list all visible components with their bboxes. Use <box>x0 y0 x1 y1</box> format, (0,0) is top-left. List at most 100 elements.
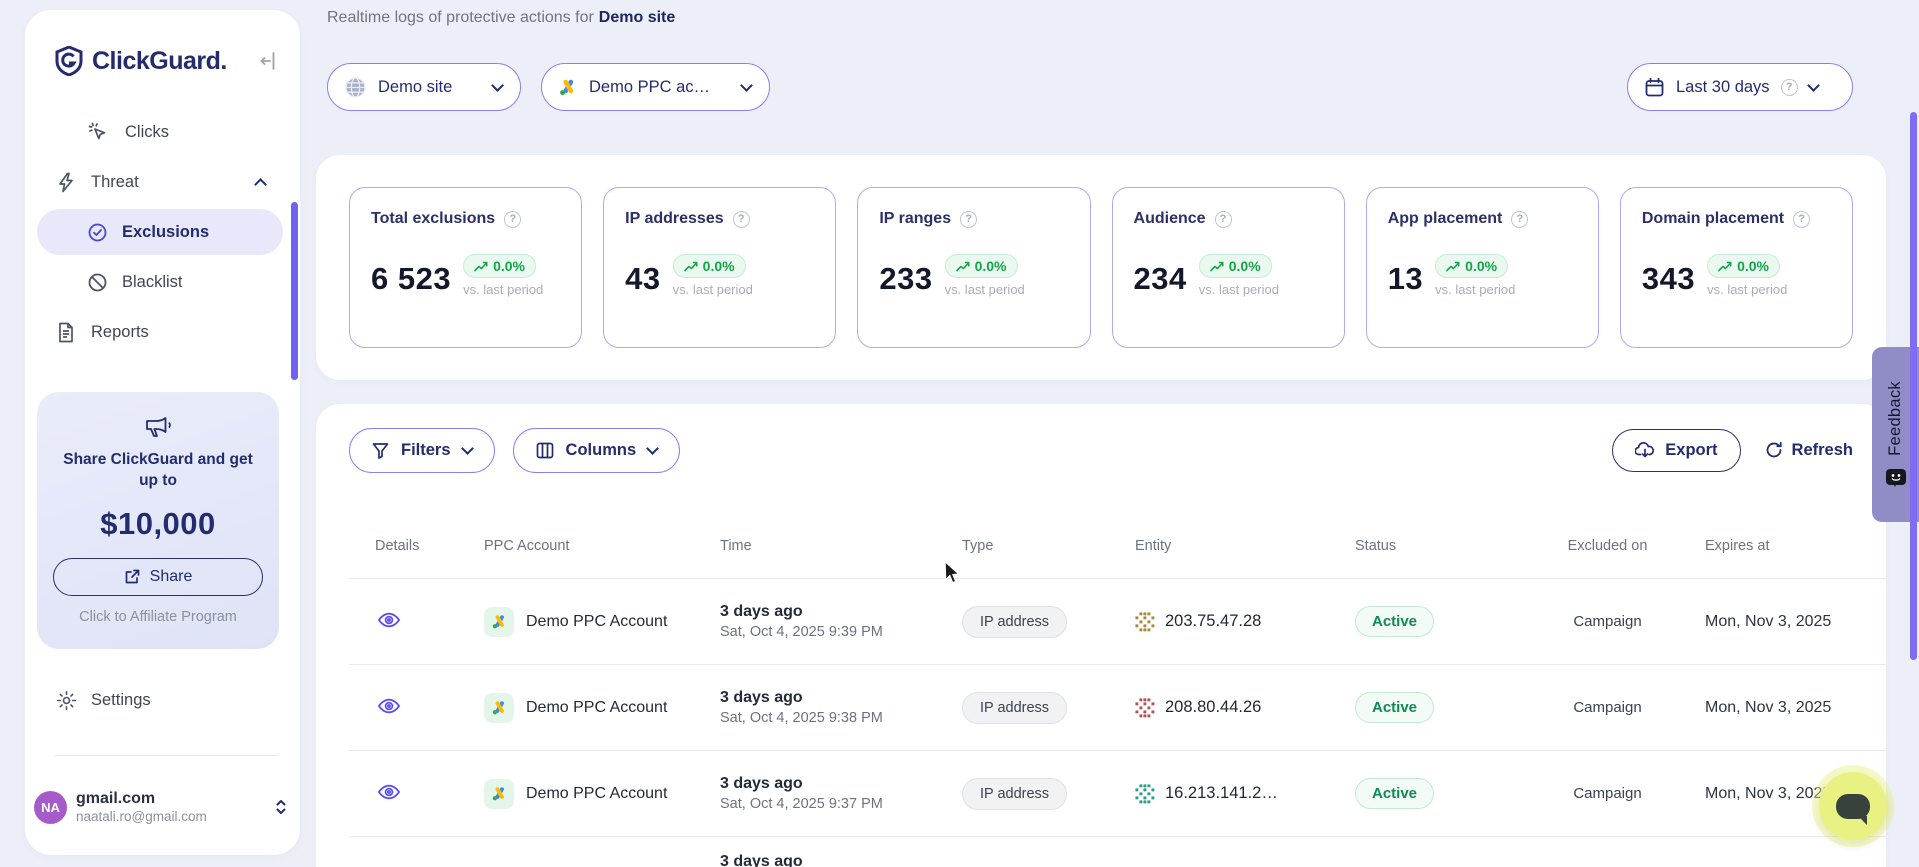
external-link-icon <box>124 568 141 585</box>
row-details-eye-icon[interactable] <box>375 781 403 803</box>
sidebar-scrollbar[interactable] <box>291 202 298 380</box>
stat-card-ip-addresses: IP addresses 43 0.0% vs. last period <box>603 187 836 348</box>
sidebar-item-threat[interactable]: Threat <box>37 159 283 205</box>
row-expires-at: Mon, Nov 3, 2025 <box>1655 613 1886 631</box>
clickguard-logo-icon <box>55 46 83 76</box>
share-button[interactable]: Share <box>53 558 263 596</box>
chevron-down-icon <box>646 442 659 455</box>
subtitle-text: Realtime logs of protective actions for <box>327 9 594 26</box>
help-icon[interactable] <box>733 211 750 228</box>
trending-up-icon <box>956 261 970 272</box>
refresh-button[interactable]: Refresh <box>1765 441 1853 460</box>
row-entity: 16.213.141.2… <box>1135 784 1355 804</box>
affiliate-link[interactable]: Click to Affiliate Program <box>53 609 263 625</box>
row-details-eye-icon[interactable] <box>375 695 403 717</box>
filters-button-label: Filters <box>401 441 451 460</box>
row-type-badge: IP address <box>962 692 1067 724</box>
stat-caption: vs. last period <box>1199 282 1279 297</box>
columns-button[interactable]: Columns <box>513 428 681 473</box>
help-icon[interactable] <box>504 211 521 228</box>
brand: ClickGuard. <box>55 46 280 76</box>
row-time: 3 days ago Sat, Oct 4, 2025 9:37 PM <box>720 775 962 812</box>
sidebar-divider <box>55 755 278 756</box>
delta-badge: 0.0% <box>1435 254 1508 278</box>
date-range-selector[interactable]: Last 30 days <box>1627 63 1853 111</box>
row-entity-value: 208.80.44.26 <box>1165 698 1261 717</box>
table-row: Demo PPC Account 3 days ago Sat, Oct 4, … <box>349 578 1886 664</box>
identicon <box>1135 784 1155 804</box>
row-time-absolute: Sat, Oct 4, 2025 9:37 PM <box>720 796 962 812</box>
row-account-name: Demo PPC Account <box>526 785 667 803</box>
chat-launcher-button[interactable] <box>1819 772 1887 840</box>
share-button-label: Share <box>150 568 193 586</box>
stat-caption: vs. last period <box>1707 282 1787 297</box>
gear-icon <box>55 690 77 711</box>
sidebar-item-exclusions[interactable]: Exclusions <box>37 209 283 255</box>
stat-value: 234 <box>1134 262 1187 296</box>
promo-message: Share ClickGuard and get up to <box>53 450 263 492</box>
ban-icon <box>86 272 108 293</box>
sidebar-item-label: Clicks <box>125 123 169 142</box>
stat-caption: vs. last period <box>463 282 543 297</box>
site-selector[interactable]: Demo site <box>327 63 521 111</box>
stat-title: Audience <box>1134 210 1206 228</box>
account-switcher[interactable]: NA gmail.com naatali.ro@gmail.com <box>34 790 292 824</box>
sidebar-collapse-icon[interactable] <box>258 50 280 72</box>
google-ads-icon <box>484 607 514 637</box>
row-ppc-account: Demo PPC Account <box>484 693 720 723</box>
funnel-icon <box>372 442 389 459</box>
identicon <box>1135 612 1155 632</box>
row-time: 3 days ago Sat, Oct 4, 2025 9:38 PM <box>720 689 962 726</box>
stat-caption: vs. last period <box>673 282 753 297</box>
help-icon[interactable] <box>1793 211 1810 228</box>
col-header-details: Details <box>349 538 484 554</box>
row-type-badge: IP address <box>962 606 1067 638</box>
badge-check-icon <box>86 222 108 243</box>
stat-value: 13 <box>1388 262 1423 296</box>
stat-title: App placement <box>1388 210 1503 228</box>
sidebar-item-settings[interactable]: Settings <box>37 677 283 723</box>
page-scrollbar[interactable] <box>1910 112 1917 660</box>
stat-title: IP ranges <box>879 210 951 228</box>
row-status-badge: Active <box>1355 606 1434 637</box>
delta-badge: 0.0% <box>1199 254 1272 278</box>
google-ads-icon <box>484 779 514 809</box>
sidebar-item-label: Settings <box>91 691 151 710</box>
row-time-relative: 3 days ago <box>720 775 962 793</box>
stats-panel: Total exclusions 6 523 0.0% vs. last per… <box>316 155 1886 380</box>
row-details-eye-icon[interactable] <box>375 609 403 631</box>
help-icon[interactable] <box>960 211 977 228</box>
table-header-row: Details PPC Account Time Type Entity Sta… <box>349 514 1886 578</box>
filters-button[interactable]: Filters <box>349 428 495 473</box>
delta-badge: 0.0% <box>945 254 1018 278</box>
row-entity: 203.75.47.28 <box>1135 612 1355 632</box>
sidebar-item-label: Blacklist <box>122 273 183 292</box>
help-icon[interactable] <box>1215 211 1232 228</box>
chevron-up-down-icon <box>274 798 288 816</box>
row-entity: 208.80.44.26 <box>1135 698 1355 718</box>
delta-badge: 0.0% <box>463 254 536 278</box>
sidebar-item-reports[interactable]: Reports <box>37 309 283 355</box>
stat-value: 343 <box>1642 262 1695 296</box>
table-row-partial: 3 days ago <box>349 836 1886 867</box>
stat-caption: vs. last period <box>945 282 1025 297</box>
trending-up-icon <box>1210 261 1224 272</box>
trending-up-icon <box>1446 261 1460 272</box>
user-email: naatali.ro@gmail.com <box>76 809 207 824</box>
sidebar-item-label: Exclusions <box>122 223 209 242</box>
col-header-excluded-on: Excluded on <box>1560 538 1655 554</box>
chevron-up-icon <box>254 178 267 191</box>
document-icon <box>55 322 77 343</box>
help-icon[interactable] <box>1781 79 1798 96</box>
row-status-badge: Active <box>1355 692 1434 723</box>
row-excluded-on: Campaign <box>1560 785 1655 802</box>
affiliate-promo-card: Share ClickGuard and get up to $10,000 S… <box>37 392 279 649</box>
stat-caption: vs. last period <box>1435 282 1515 297</box>
sidebar: ClickGuard. Clicks Threat Exclusions <box>25 10 300 855</box>
row-ppc-account: Demo PPC Account <box>484 607 720 637</box>
export-button[interactable]: Export <box>1612 429 1740 472</box>
sidebar-item-blacklist[interactable]: Blacklist <box>37 259 283 305</box>
ppc-account-selector[interactable]: Demo PPC ac… <box>541 63 770 111</box>
sidebar-item-clicks[interactable]: Clicks <box>37 109 283 155</box>
help-icon[interactable] <box>1511 211 1528 228</box>
